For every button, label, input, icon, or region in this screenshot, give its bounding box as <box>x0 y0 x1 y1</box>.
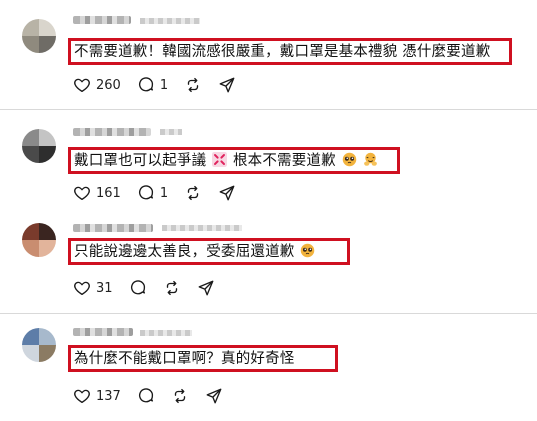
username-blurred[interactable] <box>73 16 131 24</box>
meta-blurred <box>140 330 192 336</box>
like-button[interactable]: 31 <box>73 279 113 297</box>
share-button[interactable] <box>218 184 236 202</box>
avatar[interactable] <box>22 129 56 163</box>
share-icon <box>219 185 235 201</box>
heart-icon <box>74 389 90 404</box>
like-button[interactable]: 137 <box>73 387 121 405</box>
highlight-box: 為什麼不能戴口罩啊？真的好奇怪 <box>68 345 338 372</box>
reply-button[interactable]: 1 <box>137 184 168 202</box>
username-blurred[interactable] <box>73 128 151 136</box>
hug-emoji <box>364 152 378 166</box>
comment-feed: 不需要道歉！韓國流感很嚴重，戴口罩是基本禮貌 憑什麼要道歉 260 1 戴口罩也… <box>0 0 537 421</box>
avatar[interactable] <box>22 19 56 53</box>
repost-button[interactable] <box>163 279 181 297</box>
meta-blurred <box>140 18 200 24</box>
share-icon <box>198 280 213 296</box>
divider <box>0 109 537 110</box>
comment-icon <box>138 388 153 403</box>
comment-text: 戴口罩也可以起爭議 根本不需要道歉 <box>74 151 379 170</box>
username-blurred[interactable] <box>73 224 153 232</box>
share-button[interactable] <box>197 279 215 297</box>
highlight-box: 不需要道歉！韓國流感很嚴重，戴口罩是基本禮貌 憑什麼要道歉 <box>68 38 512 65</box>
reply-count: 1 <box>159 77 169 93</box>
comment-text-part: 戴口罩也可以起爭議 <box>74 152 207 169</box>
heart-icon <box>74 281 90 296</box>
anger-symbol-emoji <box>212 151 228 167</box>
comment-icon <box>138 185 153 200</box>
like-count: 260 <box>96 77 121 93</box>
pleading-face-emoji <box>301 243 315 257</box>
action-bar: 161 1 <box>73 182 252 204</box>
repost-icon <box>174 388 186 404</box>
like-count: 161 <box>96 185 121 201</box>
repost-icon <box>187 185 199 201</box>
repost-icon <box>166 280 177 296</box>
action-bar: 31 <box>73 277 231 299</box>
action-bar: 137 <box>73 385 239 407</box>
action-bar: 260 1 <box>73 74 252 96</box>
like-count: 137 <box>96 388 121 404</box>
heart-icon <box>74 78 90 93</box>
heart-icon <box>74 186 90 201</box>
highlight-box: 戴口罩也可以起爭議 根本不需要道歉 <box>68 147 400 174</box>
meta-blurred <box>160 129 182 135</box>
comment-text: 只能說邊邊太善良，受委屈還道歉 <box>74 243 316 261</box>
comment-text-part: 只能說邊邊太善良，受委屈還道歉 <box>74 243 295 260</box>
comment-text: 不需要道歉！韓國流感很嚴重，戴口罩是基本禮貌 憑什麼要道歉 <box>74 43 491 60</box>
share-button[interactable] <box>218 76 236 94</box>
meta-blurred <box>162 225 242 231</box>
reply-button[interactable]: 1 <box>137 76 168 94</box>
repost-button[interactable] <box>171 387 189 405</box>
reply-button[interactable] <box>129 279 147 297</box>
comment-icon <box>130 280 145 295</box>
divider <box>0 313 537 314</box>
repost-button[interactable] <box>184 184 202 202</box>
comment-text: 為什麼不能戴口罩啊？真的好奇怪 <box>74 350 295 367</box>
reply-count: 1 <box>159 185 169 201</box>
share-button[interactable] <box>205 387 223 405</box>
share-icon <box>206 388 222 404</box>
comment-icon <box>138 77 153 92</box>
highlight-box: 只能說邊邊太善良，受委屈還道歉 <box>68 238 350 265</box>
share-icon <box>219 77 235 93</box>
repost-button[interactable] <box>184 76 202 94</box>
comment-text-part: 根本不需要道歉 <box>232 152 336 169</box>
reply-button[interactable] <box>137 387 155 405</box>
repost-icon <box>187 77 199 93</box>
avatar[interactable] <box>22 328 56 362</box>
pleading-face-emoji <box>342 152 356 166</box>
like-button[interactable]: 260 <box>73 76 121 94</box>
username-blurred[interactable] <box>73 328 133 336</box>
avatar[interactable] <box>22 223 56 257</box>
like-button[interactable]: 161 <box>73 184 121 202</box>
like-count: 31 <box>96 280 113 296</box>
